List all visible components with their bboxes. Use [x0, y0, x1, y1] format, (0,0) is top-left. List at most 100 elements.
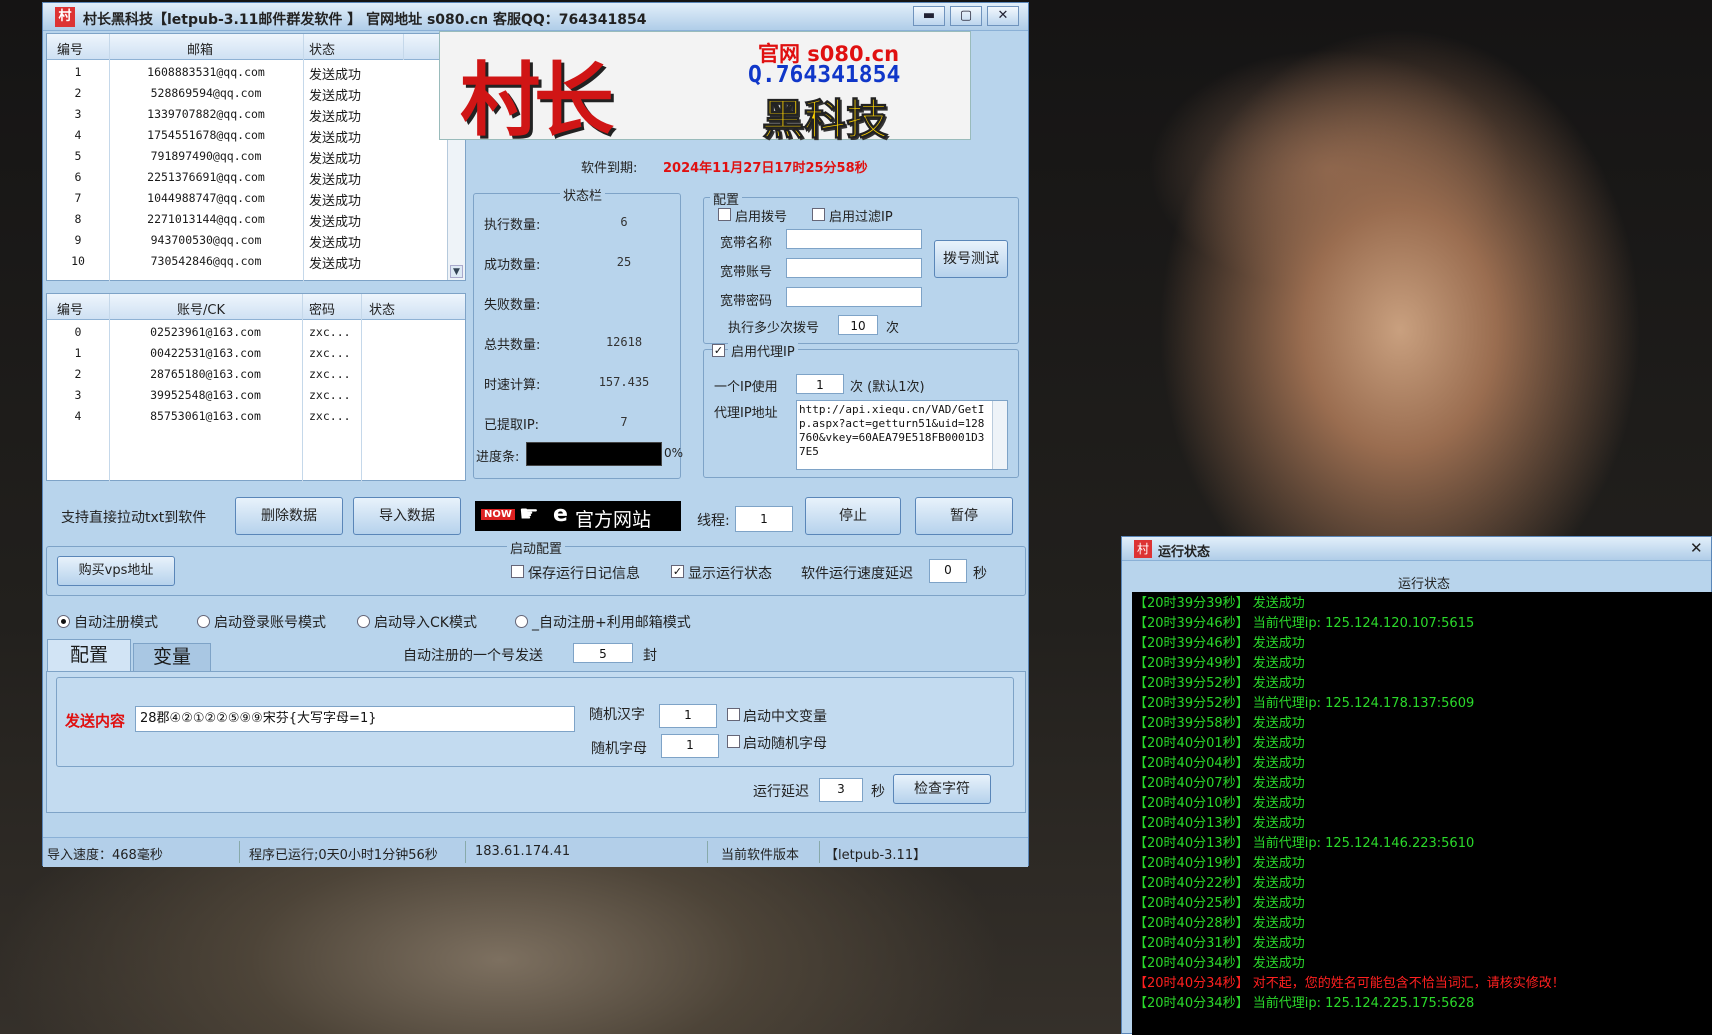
cell-email: 1339707882@qq.com	[147, 107, 265, 121]
content-input[interactable]: 28郡④②①②②⑤⑨⑨宋芬{大写字母=1}	[135, 706, 575, 732]
progress-bar	[526, 442, 662, 466]
enable-cn-label: 启动中文变量	[743, 709, 827, 725]
dial-every-label: 执行多少次拨号	[728, 321, 820, 336]
enable-filter-ip-checkbox[interactable]	[812, 208, 825, 221]
bb-password-input[interactable]	[786, 287, 922, 307]
save-log-checkbox[interactable]	[511, 565, 524, 578]
run-status-titlebar[interactable]: 村 运行状态 ✕	[1122, 537, 1711, 561]
banner-slogan: 黑科技	[761, 95, 889, 145]
bb-password-label: 宽带密码	[720, 294, 773, 309]
bb-account-input[interactable]	[786, 258, 922, 278]
mode-radio[interactable]	[357, 615, 370, 628]
delete-data-button[interactable]: 删除数据	[235, 497, 343, 535]
per-ip-unit: 次 (默认1次)	[850, 380, 925, 395]
enable-filter-ip-label: 启用过滤IP	[829, 210, 893, 225]
tab-vars[interactable]: 变量	[133, 643, 211, 671]
enable-letter-checkbox[interactable]	[727, 735, 740, 748]
log-line: 【20时39分49秒】 发送成功	[1134, 656, 1305, 671]
table-row[interactable]: 1 00422531@163.com zxc...	[47, 343, 465, 364]
run-status-title: 运行状态	[1158, 545, 1211, 560]
rand-cn-input[interactable]: 1	[659, 704, 717, 728]
log-line: 【20时40分34秒】 当前代理ip: 125.124.225.175:5628	[1134, 996, 1475, 1011]
version-value: 【letpub-3.11】	[825, 848, 927, 863]
auto-reg-label: 自动注册的一个号发送	[403, 648, 543, 664]
run-delay-input[interactable]: 3	[819, 778, 863, 802]
table-row[interactable]: 4 85753061@163.com zxc...	[47, 406, 465, 427]
pause-button[interactable]: 暂停	[915, 497, 1013, 535]
log-line: 【20时40分10秒】 发送成功	[1134, 796, 1305, 811]
rand-letter-label: 随机字母	[591, 741, 647, 757]
show-status-checkbox[interactable]: ✓	[671, 565, 684, 578]
log-line: 【20时39分58秒】 发送成功	[1134, 716, 1305, 731]
cell-no: 6	[74, 170, 82, 184]
table-row[interactable]: 10 730542846@qq.com 发送成功	[47, 251, 465, 272]
proxy-address-scrollbar[interactable]	[992, 401, 1007, 469]
enable-dial-checkbox[interactable]	[718, 208, 731, 221]
cell-no: 3	[74, 107, 82, 121]
cell-email: 730542846@qq.com	[150, 254, 262, 268]
cell-no: 7	[74, 191, 82, 205]
title-bar[interactable]: 村 村长黑科技【letpub-3.11邮件群发软件 】 官网地址 s080.cn…	[43, 3, 1028, 31]
log-line: 【20时40分22秒】 发送成功	[1134, 876, 1305, 891]
bb-name-input[interactable]	[786, 229, 922, 249]
account-list-table[interactable]: 编号 账号/CK 密码 状态 0 02523961@163.com zxc... 1 0…	[46, 293, 466, 482]
cell-password: zxc...	[309, 409, 351, 423]
table-row[interactable]: 2 528869594@qq.com 发送成功	[47, 83, 465, 104]
cell-email: 1608883531@qq.com	[147, 65, 265, 79]
stop-button[interactable]: 停止	[805, 497, 901, 535]
check-chars-button[interactable]: 检查字符	[893, 774, 991, 804]
table-row[interactable]: 5 791897490@qq.com 发送成功	[47, 146, 465, 167]
mode-radio[interactable]	[515, 615, 528, 628]
run-log[interactable]: 【20时39分39秒】 发送成功 【20时39分46秒】 当前代理ip: 125.…	[1132, 592, 1712, 1035]
dial-every-input[interactable]: 10	[838, 315, 878, 335]
version-label: 当前软件版本	[721, 848, 800, 863]
table-row[interactable]: 6 2251376691@qq.com 发送成功	[47, 167, 465, 188]
buy-vps-button[interactable]: 购买vps地址	[57, 556, 175, 586]
brand-banner: 村长 官网 s080.cn Q.764341854 黑科技	[439, 31, 971, 147]
mode-label: 启动导入CK模式	[374, 615, 477, 631]
delay-input[interactable]: 0	[929, 559, 967, 583]
cell-status: 发送成功	[309, 257, 362, 272]
table-row[interactable]: 4 1754551678@qq.com 发送成功	[47, 125, 465, 146]
cell-password: zxc...	[309, 367, 351, 381]
minimize-button[interactable]: ▬	[913, 6, 945, 26]
auto-reg-unit: 封	[643, 648, 657, 664]
email-list-table[interactable]: 编号 邮箱 状态 1 1608883531@qq.com 发送成功 2 52886959…	[46, 33, 466, 282]
enable-proxy-checkbox[interactable]: ✓	[712, 344, 725, 357]
log-line: 【20时40分25秒】 发送成功	[1134, 896, 1305, 911]
mode-radio[interactable]	[197, 615, 210, 628]
table-row[interactable]: 0 02523961@163.com zxc...	[47, 322, 465, 343]
threads-input[interactable]: 1	[735, 506, 793, 532]
col-password: 密码	[309, 303, 336, 318]
table-row[interactable]: 7 1044988747@qq.com 发送成功	[47, 188, 465, 209]
import-data-button[interactable]: 导入数据	[353, 497, 461, 535]
table-row[interactable]: 3 1339707882@qq.com 发送成功	[47, 104, 465, 125]
col-status: 状态	[309, 43, 336, 58]
proxy-address-textarea[interactable]: http://api.xiequ.cn/VAD/GetIp.aspx?act=g…	[796, 400, 1008, 470]
rand-letter-input[interactable]: 1	[661, 734, 719, 758]
auto-reg-input[interactable]: 5	[573, 643, 633, 663]
table-row[interactable]: 3 39952548@163.com zxc...	[47, 385, 465, 406]
scroll-down-arrow-icon[interactable]: ▼	[450, 265, 463, 278]
table-row[interactable]: 9 943700530@qq.com 发送成功	[47, 230, 465, 251]
table-row[interactable]: 8 2271013144@qq.com 发送成功	[47, 209, 465, 230]
mode-label: 启动登录账号模式	[214, 615, 326, 631]
status-item-label: 成功数量:	[484, 258, 541, 273]
per-ip-input[interactable]: 1	[796, 374, 844, 394]
cell-email: 791897490@qq.com	[150, 149, 262, 163]
table-row[interactable]: 1 1608883531@qq.com 发送成功	[47, 62, 465, 83]
close-icon[interactable]: ✕	[1690, 539, 1703, 557]
col-account: 账号/CK	[177, 303, 225, 318]
cell-account: 39952548@163.com	[150, 388, 261, 402]
mode-radio[interactable]	[57, 615, 70, 628]
dial-test-button[interactable]: 拨号测试	[934, 240, 1008, 278]
status-item-value: 157.435	[598, 375, 650, 389]
tab-config[interactable]: 配置	[47, 639, 131, 671]
close-button[interactable]: ✕	[987, 6, 1019, 26]
startup-group: 启动配置 购买vps地址 保存运行日记信息 ✓ 显示运行状态 软件运行速度延迟 …	[46, 538, 1026, 596]
official-site-link[interactable]: NOW ☛ e 官方网站	[475, 501, 681, 531]
run-status-window: 村 运行状态 ✕ 运行状态 【20时39分39秒】 发送成功 【20时39分46秒…	[1121, 536, 1712, 1035]
table-row[interactable]: 2 28765180@163.com zxc...	[47, 364, 465, 385]
enable-cn-checkbox[interactable]	[727, 708, 740, 721]
maximize-button[interactable]: ▢	[950, 6, 982, 26]
